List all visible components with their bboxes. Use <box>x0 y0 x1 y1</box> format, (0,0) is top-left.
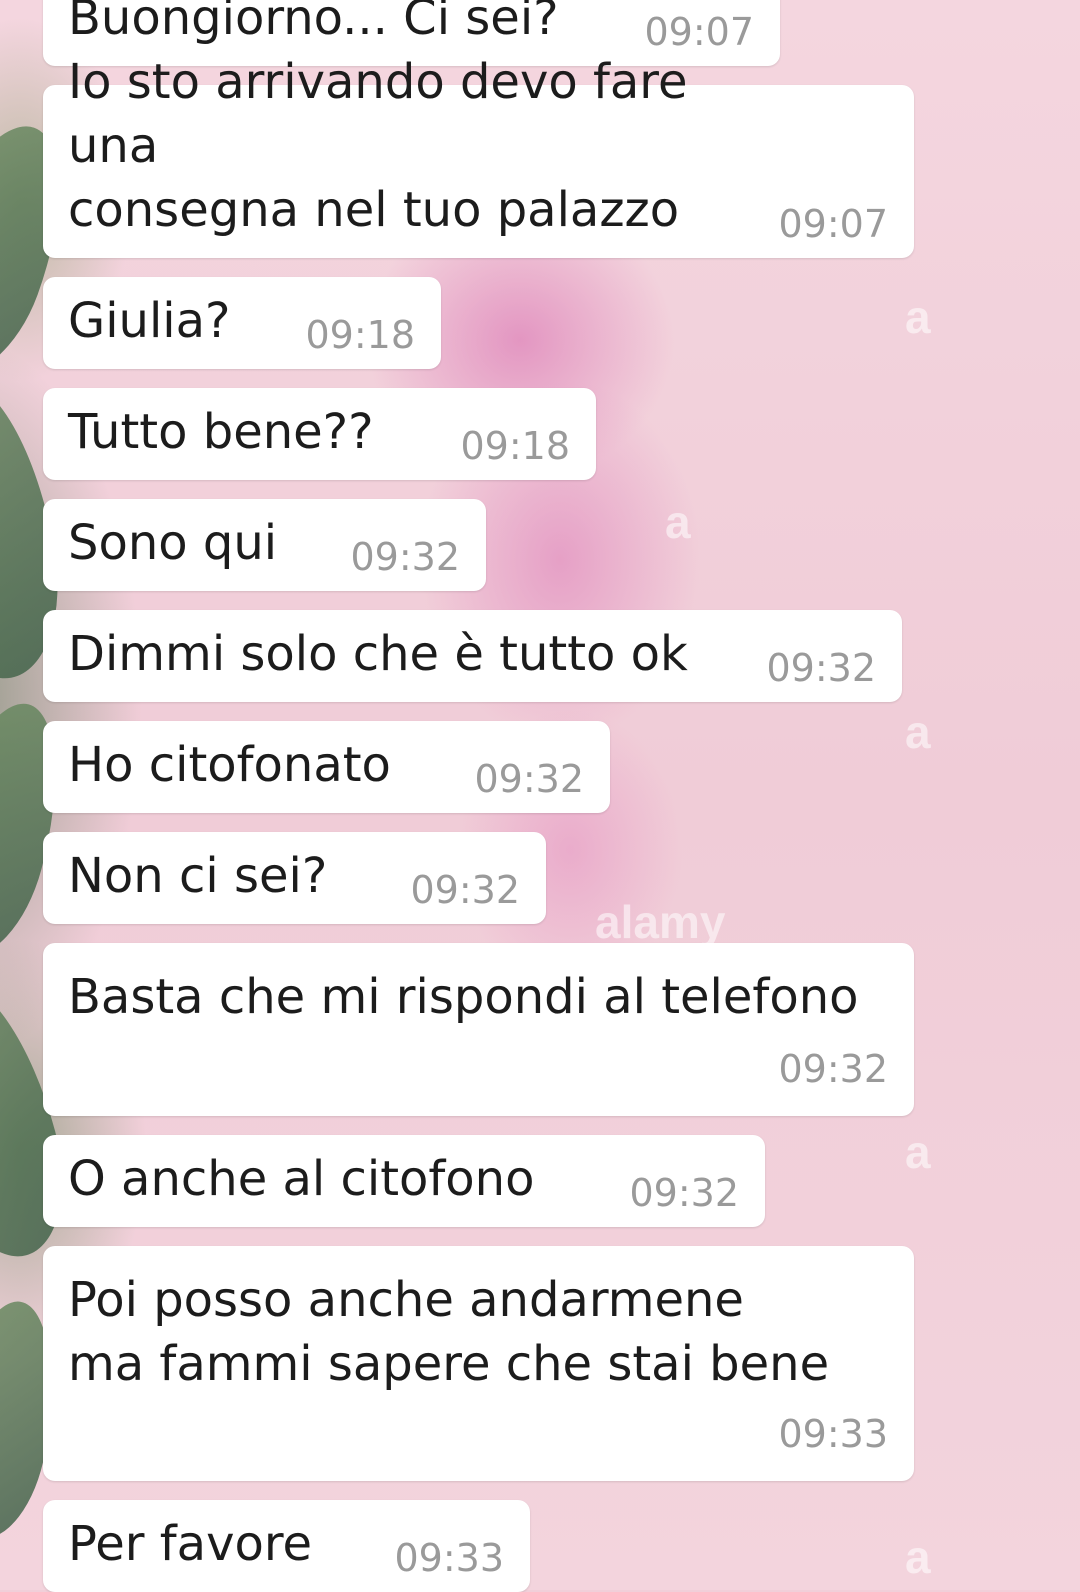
message-bubble[interactable]: O anche al citofono 09:32 <box>43 1135 765 1227</box>
message-list: Buongiorno... Ci sei? 09:07 Io sto arriv… <box>43 0 914 1592</box>
message-timestamp: 09:32 <box>766 646 876 690</box>
message-bubble[interactable]: Giulia? 09:18 <box>43 277 441 369</box>
message-text: Basta che mi rispondi al telefono <box>68 969 859 1025</box>
message-bubble[interactable]: Basta che mi rispondi al telefono 09:32 <box>43 943 914 1116</box>
message-timestamp: 09:18 <box>305 313 415 357</box>
message-bubble[interactable]: Tutto bene?? 09:18 <box>43 388 596 480</box>
message-timestamp: 09:32 <box>629 1171 739 1215</box>
message-bubble[interactable]: Sono qui 09:32 <box>43 499 486 591</box>
message-bubble[interactable]: Per favore 09:33 <box>43 1500 530 1592</box>
message-text: Ho citofonato <box>68 737 391 793</box>
message-timestamp: 09:07 <box>644 10 754 54</box>
message-text: Tutto bene?? <box>68 404 374 460</box>
message-timestamp: 09:33 <box>394 1536 504 1580</box>
message-text: Giulia? <box>68 293 231 349</box>
message-timestamp: 09:18 <box>460 424 570 468</box>
message-text: Per favore <box>68 1516 313 1572</box>
message-timestamp: 09:32 <box>474 757 584 801</box>
message-bubble[interactable]: Ho citofonato 09:32 <box>43 721 610 813</box>
message-text: Sono qui <box>68 515 278 571</box>
message-text: Non ci sei? <box>68 848 328 904</box>
message-timestamp: 09:32 <box>410 868 520 912</box>
message-bubble[interactable]: Poi posso anche andarmene ma fammi saper… <box>43 1246 914 1481</box>
message-timestamp: 09:32 <box>350 535 460 579</box>
message-timestamp: 09:33 <box>778 1412 888 1456</box>
message-text: O anche al citofono <box>68 1151 535 1207</box>
message-timestamp: 09:07 <box>778 202 888 246</box>
message-text: Dimmi solo che è tutto ok <box>68 626 688 682</box>
message-text: Poi posso anche andarmene ma fammi saper… <box>68 1272 830 1392</box>
message-text: Io sto arrivando devo fare una consegna … <box>68 54 688 238</box>
message-timestamp: 09:32 <box>778 1047 888 1091</box>
message-bubble[interactable]: Dimmi solo che è tutto ok 09:32 <box>43 610 902 702</box>
message-bubble[interactable]: Non ci sei? 09:32 <box>43 832 546 924</box>
message-text: Buongiorno... Ci sei? <box>68 0 559 46</box>
message-bubble[interactable]: Io sto arrivando devo fare una consegna … <box>43 54 914 258</box>
